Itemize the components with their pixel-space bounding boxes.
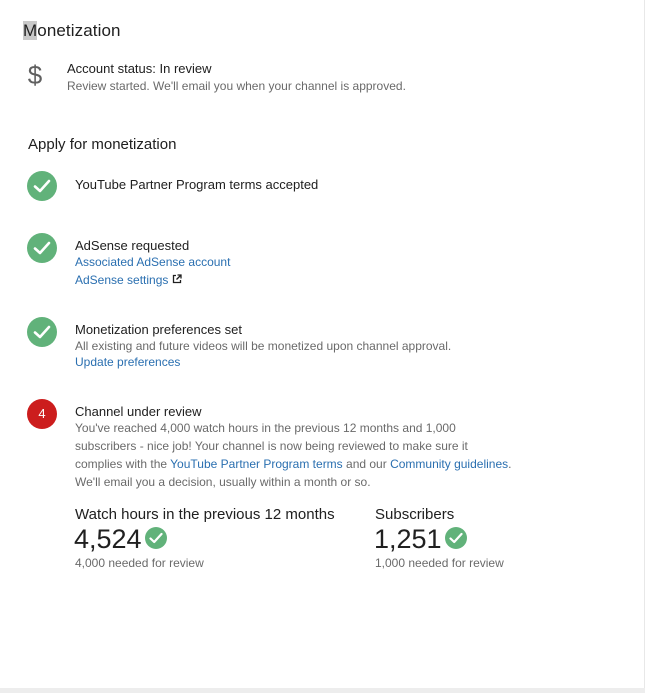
review-description-line-1: You've reached 4,000 watch hours in the …: [75, 421, 456, 435]
apply-section-title: Apply for monetization: [28, 136, 177, 153]
bottom-scrollbar-track: [0, 688, 645, 693]
subscribers-note: 1,000 needed for review: [375, 556, 504, 570]
subscribers-label: Subscribers: [375, 506, 455, 523]
review-text-mid: and our: [342, 457, 391, 471]
update-preferences-line: Update preferences: [75, 355, 180, 369]
review-description-line-2: subscribers - nice job! Your channel is …: [75, 439, 468, 453]
partner-program-terms-link[interactable]: YouTube Partner Program terms: [170, 457, 343, 471]
subscribers-value: 1,251: [374, 524, 442, 554]
watch-hours-label: Watch hours in the previous 12 months: [75, 506, 335, 523]
step-number-badge: 4: [27, 399, 57, 429]
review-text-prefix: complies with the: [75, 457, 171, 471]
review-text-suffix: .: [508, 457, 512, 471]
step-title: YouTube Partner Program terms accepted: [75, 177, 319, 192]
check-icon: [445, 527, 467, 549]
adsense-account-line: Associated AdSense account: [75, 255, 230, 269]
associated-adsense-account-link[interactable]: Associated AdSense account: [75, 255, 230, 269]
adsense-settings-link[interactable]: AdSense settings: [75, 273, 168, 287]
page-title-rest: onetization: [37, 21, 121, 40]
review-description-line-3: complies with the YouTube Partner Progra…: [75, 457, 511, 471]
watch-hours-note: 4,000 needed for review: [75, 556, 204, 570]
community-guidelines-link[interactable]: Community guidelines: [390, 457, 508, 471]
check-icon: [145, 527, 167, 549]
dollar-icon: $: [27, 60, 43, 90]
page-title-selected-letter: M: [23, 21, 38, 40]
check-icon: [27, 233, 57, 263]
update-preferences-link[interactable]: Update preferences: [75, 355, 180, 369]
account-status-subtitle: Review started. We'll email you when you…: [67, 79, 406, 93]
check-icon: [27, 317, 57, 347]
step-description: All existing and future videos will be m…: [75, 339, 452, 353]
check-icon: [27, 171, 57, 201]
step-title: Channel under review: [75, 404, 202, 419]
step-title: AdSense requested: [75, 238, 190, 253]
review-description-line-4: We'll email you a decision, usually with…: [75, 475, 371, 489]
watch-hours-value: 4,524: [74, 524, 142, 554]
adsense-settings-line: AdSense settings: [75, 273, 183, 287]
page-title: Monetization: [23, 21, 121, 41]
monetization-page: Monetization $ Account status: In review…: [0, 0, 645, 693]
external-link-icon[interactable]: [172, 273, 183, 287]
account-status-title: Account status: In review: [67, 61, 212, 76]
step-title: Monetization preferences set: [75, 322, 242, 337]
